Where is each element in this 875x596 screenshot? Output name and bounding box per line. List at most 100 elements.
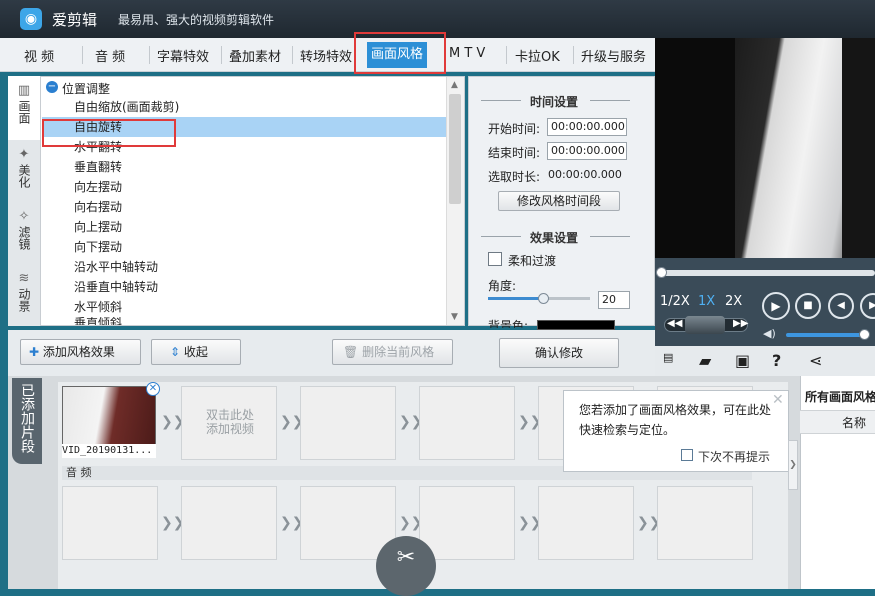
add-effect-button[interactable]: ✚ 添加风格效果 xyxy=(20,339,141,365)
side-tab-picture[interactable]: ▥ 画面 xyxy=(8,84,40,127)
share-icon[interactable]: ⋖ xyxy=(809,351,822,370)
angle-slider-thumb[interactable] xyxy=(538,293,549,304)
side-tab-filter[interactable]: ✧ 滤镜 xyxy=(8,210,40,253)
menu-overlay[interactable]: 叠加素材 xyxy=(229,46,281,66)
side-tab-beautify[interactable]: ✦ 美化 xyxy=(8,148,40,191)
effect-item[interactable]: 向左摆动 xyxy=(74,177,122,197)
divider xyxy=(590,236,630,237)
scrollbar-thumb[interactable] xyxy=(449,94,461,204)
menu-upgrade[interactable]: 升级与服务 xyxy=(581,46,646,66)
divider xyxy=(481,236,521,237)
stop-icon[interactable]: ■ xyxy=(795,293,821,319)
audio-slot[interactable] xyxy=(538,486,634,560)
effect-item[interactable]: 向右摆动 xyxy=(74,197,122,217)
preview-toolbar xyxy=(655,346,875,376)
menu-mtv[interactable]: M T V xyxy=(449,46,485,66)
fast-forward-icon[interactable]: ▶▶ xyxy=(733,318,748,329)
style-list-column-name[interactable]: 名称 xyxy=(842,414,866,431)
beautify-icon: ✦ xyxy=(18,147,30,162)
motion-icon: ≋ xyxy=(18,271,30,286)
audio-slot[interactable] xyxy=(62,486,158,560)
trash-icon: 🗑 xyxy=(343,345,359,359)
speed-half[interactable]: 1/2X xyxy=(660,294,690,309)
delete-effect-button[interactable]: 🗑 删除当前风格 xyxy=(332,339,453,365)
new-project-icon[interactable]: ▤ xyxy=(663,351,673,364)
menu-separator xyxy=(573,46,574,64)
rewind-icon[interactable]: ◀◀ xyxy=(667,318,682,329)
added-clips-tab[interactable]: 已添加片段 xyxy=(12,378,42,464)
audio-slot[interactable] xyxy=(419,486,515,560)
menu-transition[interactable]: 转场特效 xyxy=(300,46,352,66)
dont-show-checkbox[interactable] xyxy=(681,449,693,461)
effect-item[interactable]: 向上摆动 xyxy=(74,217,122,237)
speed-double[interactable]: 2X xyxy=(725,294,742,309)
modify-time-button[interactable]: 修改风格时间段 xyxy=(498,191,620,211)
effect-item[interactable]: 水平倾斜 xyxy=(74,297,122,317)
effect-item[interactable]: 沿垂直中轴转动 xyxy=(74,277,158,297)
collapse-minus-icon[interactable]: − xyxy=(46,81,58,93)
side-tab-motion[interactable]: ≋ 动景 xyxy=(8,272,40,315)
menu-separator xyxy=(292,46,293,64)
side-tab-label: 滤镜 xyxy=(17,226,31,250)
scroll-down-icon[interactable]: ▼ xyxy=(451,312,458,322)
empty-clip-slot[interactable] xyxy=(300,386,396,460)
expand-panel-handle[interactable]: ❯ xyxy=(788,440,798,490)
prev-frame-icon[interactable]: ◀ xyxy=(828,293,854,319)
effect-item[interactable]: 垂直倾斜 xyxy=(74,317,122,325)
added-clips-label: 已添加片段 xyxy=(19,383,35,453)
menu-karaoke[interactable]: 卡拉OK xyxy=(515,46,560,66)
angle-input[interactable]: 20 xyxy=(598,291,630,309)
volume-knob[interactable] xyxy=(859,329,870,340)
speed-slider-knob[interactable] xyxy=(685,316,725,334)
menu-subtitle-effects[interactable]: 字幕特效 xyxy=(157,46,209,66)
volume-icon[interactable]: ◀) xyxy=(763,327,776,340)
playback-progress[interactable] xyxy=(660,270,875,276)
camera-lens-icon: ◉ xyxy=(20,8,42,30)
scissors-icon[interactable]: ✂ xyxy=(376,536,436,596)
collapse-button[interactable]: ⇕ 收起 xyxy=(151,339,241,365)
time-settings-title: 时间设置 xyxy=(530,95,579,109)
save-icon[interactable]: ▣ xyxy=(735,351,750,370)
menu-separator xyxy=(82,46,83,64)
dont-show-label: 下次不再提示 xyxy=(698,450,771,464)
app-slogan: 最易用、强大的视频剪辑软件 xyxy=(118,13,275,27)
empty-clip-slot[interactable] xyxy=(419,386,515,460)
scroll-up-icon[interactable]: ▲ xyxy=(451,80,458,90)
audio-slot[interactable] xyxy=(181,486,277,560)
start-time-input[interactable]: 00:00:00.000 xyxy=(547,118,627,136)
effect-category[interactable]: 位置调整 xyxy=(62,80,110,97)
speed-normal[interactable]: 1X xyxy=(698,294,715,309)
effect-item[interactable]: 垂直翻转 xyxy=(74,157,122,177)
bg-color-picker[interactable] xyxy=(537,320,615,330)
volume-slider[interactable] xyxy=(786,333,866,337)
end-time-input[interactable]: 00:00:00.000 xyxy=(547,142,627,160)
help-icon[interactable]: ? xyxy=(772,351,781,370)
side-tab-label: 动景 xyxy=(17,288,31,312)
duration-label: 选取时长: xyxy=(488,170,541,184)
audio-slot[interactable] xyxy=(657,486,753,560)
magic-wand-icon: ✚ xyxy=(29,345,40,359)
menu-separator xyxy=(221,46,222,64)
remove-clip-icon[interactable]: ✕ xyxy=(146,382,160,396)
menu-audio[interactable]: 音 频 xyxy=(95,46,125,66)
divider xyxy=(481,100,521,101)
filter-icon: ✧ xyxy=(18,209,30,224)
divider xyxy=(590,100,630,101)
frame-icon: ▥ xyxy=(17,83,31,98)
delete-effect-label: 删除当前风格 xyxy=(362,345,435,359)
side-tab-label: 画面 xyxy=(17,100,31,124)
effect-item[interactable]: 向下摆动 xyxy=(74,237,122,257)
effect-item[interactable]: 自由缩放(画面裁剪) xyxy=(74,97,179,117)
angle-label: 角度: xyxy=(488,279,517,293)
style-list-panel xyxy=(800,376,875,589)
annotation-highlight-effect xyxy=(42,119,176,147)
menu-separator xyxy=(149,46,150,64)
playback-knob[interactable] xyxy=(656,267,667,278)
menu-video[interactable]: 视 频 xyxy=(24,46,54,66)
play-icon[interactable]: ▶ xyxy=(762,292,790,320)
soft-transition-checkbox[interactable] xyxy=(488,252,502,266)
open-folder-icon[interactable]: ▰ xyxy=(699,351,711,370)
confirm-button[interactable]: 确认修改 xyxy=(499,338,619,368)
effect-item[interactable]: 沿水平中轴转动 xyxy=(74,257,158,277)
add-effect-label: 添加风格效果 xyxy=(42,345,115,359)
